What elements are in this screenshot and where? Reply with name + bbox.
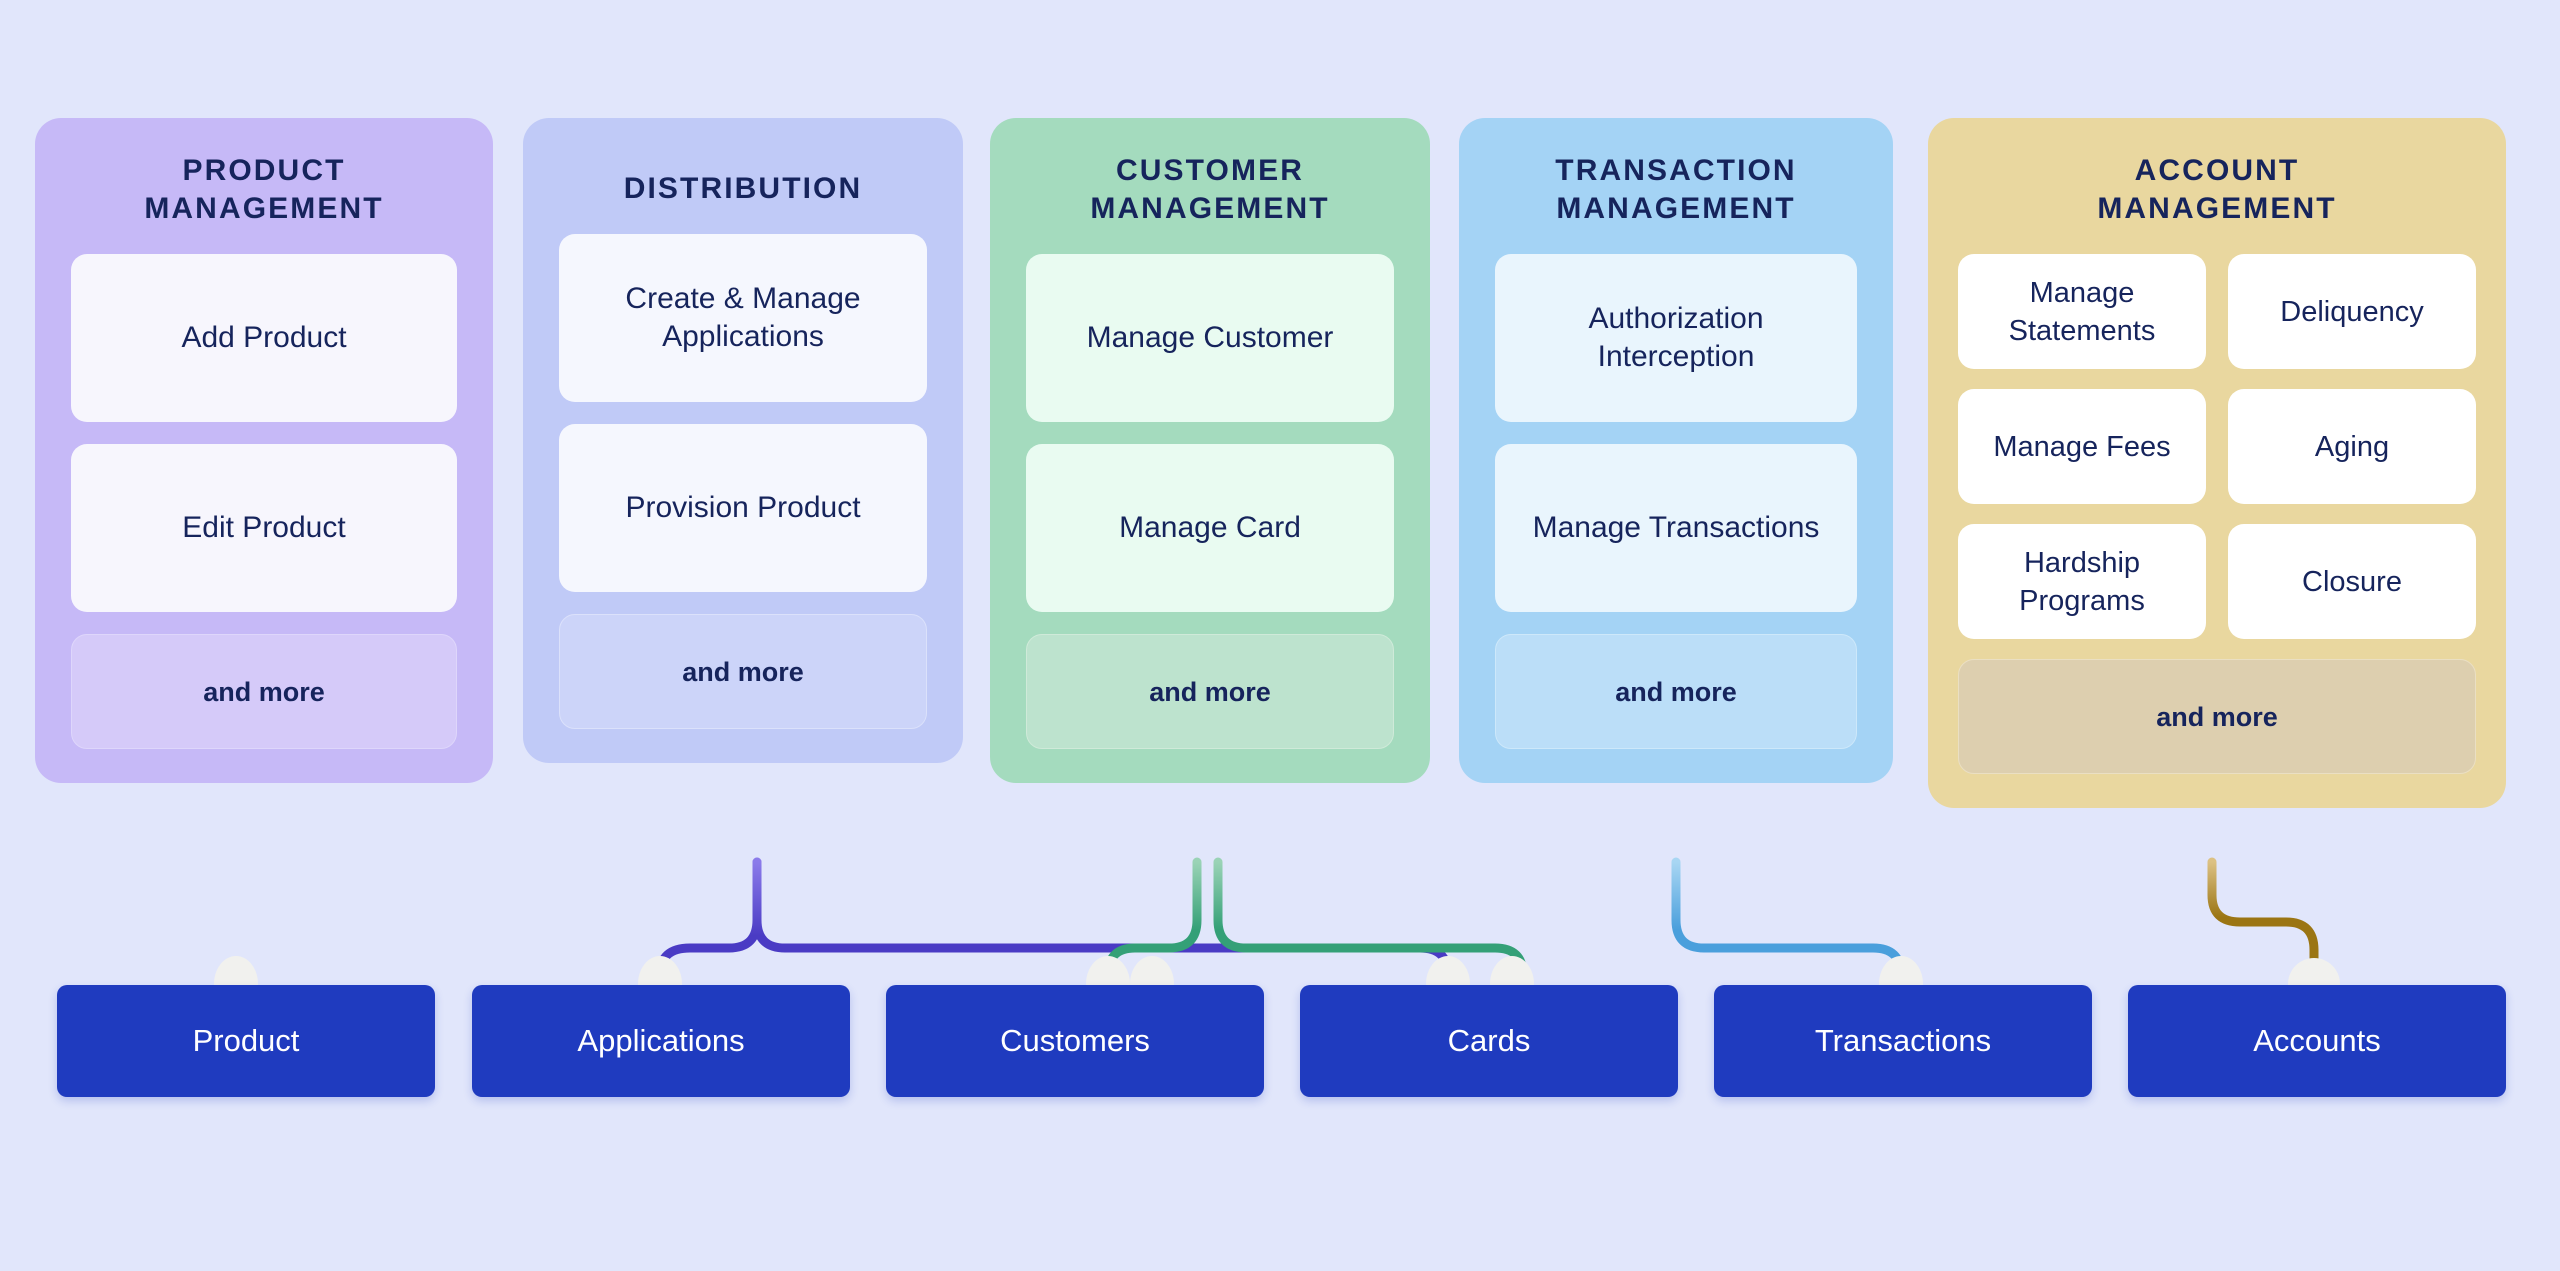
card-label: Manage Fees [1993, 430, 2171, 463]
column-customer-management: CUSTOMER MANAGEMENT Manage Customer Mana… [990, 118, 1430, 783]
entity-transactions[interactable]: Transactions [1714, 985, 2092, 1097]
column-title: ACCOUNT MANAGEMENT [2097, 154, 2337, 225]
card-label: Manage Customer [1086, 321, 1334, 354]
column-distribution: DISTRIBUTION Create & Manage Application… [523, 118, 963, 763]
card-label: and more [682, 656, 804, 687]
card-provision-product[interactable]: Provision Product [559, 424, 927, 592]
card-label: Manage Card [1119, 511, 1301, 544]
column-cards: Manage Statements Deliquency Manage Fees… [1958, 254, 2476, 808]
entity-cards[interactable]: Cards [1300, 985, 1678, 1097]
card-hardship-programs[interactable]: Hardship Programs [1958, 524, 2206, 639]
entity-label: Applications [577, 1023, 745, 1058]
card-label: Manage Transactions [1532, 511, 1820, 544]
card-authorization-interception[interactable]: Authorization Interception [1495, 254, 1857, 422]
column-title: DISTRIBUTION [623, 172, 863, 205]
entity-label: Accounts [2253, 1023, 2381, 1058]
card-label: and more [203, 676, 325, 707]
column-account-management: ACCOUNT MANAGEMENT Manage Statements Del… [1928, 118, 2506, 808]
card-label: Hardship Programs [2019, 546, 2145, 617]
column-title: CUSTOMER MANAGEMENT [1090, 154, 1330, 225]
card-label: Manage Statements [2008, 276, 2156, 347]
card-manage-statements[interactable]: Manage Statements [1958, 254, 2206, 369]
column-transaction-management: TRANSACTION MANAGEMENT Authorization Int… [1459, 118, 1893, 783]
entity-label: Product [192, 1023, 300, 1058]
column-cards: Authorization Interception Manage Transa… [1495, 254, 1857, 783]
wire-accounts [2207, 857, 2319, 990]
card-label: Edit Product [182, 511, 346, 544]
card-and-more[interactable]: and more [1958, 659, 2476, 774]
card-and-more[interactable]: and more [1495, 634, 1857, 749]
card-manage-card[interactable]: Manage Card [1026, 444, 1394, 612]
card-closure[interactable]: Closure [2228, 524, 2476, 639]
card-label: Deliquency [2280, 295, 2424, 328]
column-cards: Add Product Edit Product and more [71, 254, 457, 783]
wire-customer-left [1103, 857, 1202, 990]
wire-distribution-trunk [655, 857, 762, 990]
card-and-more[interactable]: and more [1026, 634, 1394, 749]
card-label: Closure [2302, 565, 2402, 598]
card-label: Add Product [181, 321, 347, 354]
card-edit-product[interactable]: Edit Product [71, 444, 457, 612]
card-create-manage-applications[interactable]: Create & Manage Applications [559, 234, 927, 402]
card-label: Aging [2314, 430, 2390, 463]
card-manage-customer[interactable]: Manage Customer [1026, 254, 1394, 422]
entity-label: Customers [1000, 1023, 1150, 1058]
column-title: TRANSACTION MANAGEMENT [1555, 154, 1797, 225]
column-title: PRODUCT MANAGEMENT [144, 154, 384, 225]
entity-customers[interactable]: Customers [886, 985, 1264, 1097]
card-add-product[interactable]: Add Product [71, 254, 457, 422]
column-cards: Manage Customer Manage Card and more [1026, 254, 1394, 783]
entity-accounts[interactable]: Accounts [2128, 985, 2506, 1097]
entity-label: Cards [1447, 1023, 1531, 1058]
card-manage-fees[interactable]: Manage Fees [1958, 389, 2206, 504]
wire-transactions [1671, 857, 1906, 990]
column-cards: Create & Manage Applications Provision P… [559, 234, 927, 763]
card-manage-transactions[interactable]: Manage Transactions [1495, 444, 1857, 612]
entity-applications[interactable]: Applications [472, 985, 850, 1097]
card-label: Provision Product [625, 491, 861, 524]
column-product-management: PRODUCT MANAGEMENT Add Product Edit Prod… [35, 118, 493, 783]
diagram-canvas: PRODUCT MANAGEMENT Add Product Edit Prod… [0, 0, 2560, 1271]
card-aging[interactable]: Aging [2228, 389, 2476, 504]
card-label: Authorization Interception [1588, 302, 1764, 373]
entity-product[interactable]: Product [57, 985, 435, 1097]
card-and-more[interactable]: and more [71, 634, 457, 749]
card-label: and more [1149, 676, 1271, 707]
card-deliquency[interactable]: Deliquency [2228, 254, 2476, 369]
entity-label: Transactions [1814, 1023, 1992, 1058]
card-label: and more [1615, 676, 1737, 707]
card-and-more[interactable]: and more [559, 614, 927, 729]
card-label: Create & Manage Applications [625, 282, 861, 353]
wire-customer-right [1213, 857, 1528, 990]
wire-distribution-bus [752, 857, 1453, 990]
card-label: and more [2156, 701, 2278, 732]
